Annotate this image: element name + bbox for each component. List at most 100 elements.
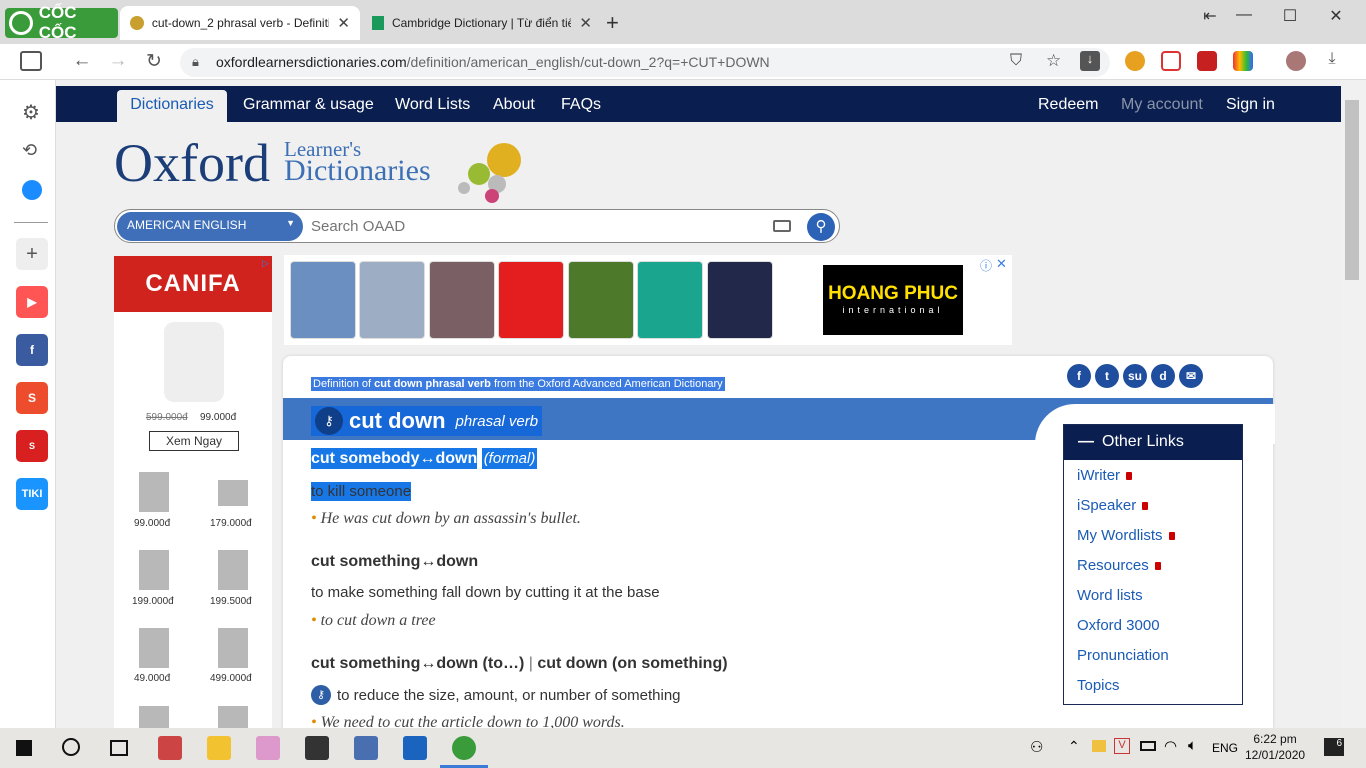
shield-icon[interactable]: ⛉ [1010, 52, 1022, 70]
close-window-button[interactable]: ✕ [1316, 6, 1356, 26]
volume-icon[interactable]: 🔈︎ [1188, 737, 1197, 754]
logo-learners[interactable]: Learner's Dictionaries [284, 138, 431, 186]
key-icon[interactable]: ⚷ [311, 685, 331, 705]
profile-avatar[interactable] [1286, 51, 1306, 71]
coccoc-taskbar-icon[interactable] [452, 736, 476, 760]
facebook-share-icon[interactable]: f [1067, 364, 1091, 388]
dictionary-select[interactable]: AMERICAN ENGLISH ▼ [117, 212, 303, 241]
extension-color-icon[interactable] [1233, 51, 1253, 71]
download-page-icon[interactable]: ↓ [1080, 51, 1100, 71]
link-iwriter[interactable]: iWriter [1077, 467, 1133, 484]
link-oxford-3000[interactable]: Oxford 3000 [1077, 617, 1160, 634]
product-thumb[interactable] [139, 550, 169, 590]
close-tab-icon[interactable]: ✕ [337, 14, 350, 32]
hoang-phuc-logo[interactable]: HOANG PHUC international [823, 265, 963, 335]
wifi-icon[interactable]: ◠ [1164, 737, 1177, 755]
product-thumb[interactable] [139, 628, 169, 668]
product-thumb[interactable] [218, 480, 248, 506]
nav-my-account[interactable]: My account [1121, 96, 1203, 114]
minimize-button[interactable]: — [1224, 6, 1264, 26]
link-resources[interactable]: Resources [1077, 557, 1161, 574]
paint-icon[interactable] [256, 736, 280, 760]
app-icon[interactable] [158, 736, 182, 760]
nav-redeem[interactable]: Redeem [1038, 96, 1098, 114]
extension-chrome-icon[interactable] [1125, 51, 1145, 71]
tab-oxford[interactable]: cut-down_2 phrasal verb - Definitio ✕ [120, 6, 360, 40]
people-icon[interactable]: ⚇ [1030, 738, 1043, 756]
ad-product[interactable] [637, 261, 703, 339]
shop-now-button[interactable]: Xem Ngay [149, 431, 239, 451]
notification-center-icon[interactable]: 6 [1324, 738, 1344, 756]
ad-product[interactable] [359, 261, 425, 339]
outlook-icon[interactable] [403, 736, 427, 760]
windows-start-icon[interactable] [16, 740, 32, 756]
canifa-ad[interactable]: CANIFA ▷ 599.000đ 99.000đ Xem Ngay 99.00… [114, 256, 272, 728]
keyboard-icon[interactable] [773, 220, 791, 232]
fashion-banner-ad[interactable]: HOANG PHUC international ⓘ ✕ [284, 255, 1012, 345]
forward-button[interactable]: → [106, 50, 130, 72]
product-thumb[interactable] [218, 628, 248, 668]
digg-share-icon[interactable]: d [1151, 364, 1175, 388]
product-thumb[interactable] [218, 706, 248, 728]
tiki-icon[interactable]: TIKI [16, 478, 48, 510]
new-tab-button[interactable]: + [606, 10, 619, 36]
bookmark-star-icon[interactable]: ☆ [1046, 51, 1061, 71]
nav-about[interactable]: About [493, 96, 535, 114]
system-clock[interactable]: 6:22 pm 12/01/2020 [1245, 731, 1305, 763]
reload-button[interactable]: ↻ [142, 50, 166, 73]
shopee-icon[interactable]: S [16, 382, 48, 414]
scrollbar-thumb[interactable] [1345, 100, 1359, 280]
ad-product[interactable] [429, 261, 495, 339]
file-explorer-icon[interactable] [207, 736, 231, 760]
nav-sign-in[interactable]: Sign in [1226, 96, 1275, 114]
gear-icon[interactable]: ⚙ [22, 100, 40, 125]
history-icon[interactable]: ⟲ [22, 140, 37, 161]
app-icon[interactable] [354, 736, 378, 760]
nav-dictionaries[interactable]: Dictionaries [117, 90, 227, 122]
battery-icon[interactable] [1140, 741, 1156, 751]
downloads-icon[interactable]: ⤓ [1320, 50, 1344, 68]
browser-menu-button[interactable]: CỐC CỐC [5, 3, 118, 42]
extension-shield-icon[interactable] [1161, 51, 1181, 71]
ad-product[interactable] [498, 261, 564, 339]
product-thumb[interactable] [218, 550, 248, 590]
product-thumb[interactable] [139, 472, 169, 512]
product-image[interactable] [164, 322, 224, 402]
search-button[interactable]: ⚲ [807, 213, 835, 241]
product-thumb[interactable] [139, 706, 169, 728]
extension-red-icon[interactable] [1197, 51, 1217, 71]
link-ispeaker[interactable]: iSpeaker [1077, 497, 1149, 514]
address-bar[interactable]: 🔒︎ oxfordlearnersdictionaries.com/defini… [180, 48, 1110, 77]
add-shortcut-icon[interactable]: + [16, 238, 48, 270]
nav-word-lists[interactable]: Word Lists [395, 96, 470, 114]
link-topics[interactable]: Topics [1077, 677, 1120, 694]
task-view-icon[interactable] [110, 740, 128, 756]
sidebar-toggle-icon[interactable] [20, 51, 42, 71]
maximize-button[interactable]: ☐ [1270, 6, 1310, 26]
nav-grammar[interactable]: Grammar & usage [243, 96, 374, 114]
ad-product[interactable] [290, 261, 356, 339]
link-word-lists[interactable]: Word lists [1077, 587, 1143, 604]
close-tab-icon[interactable]: ✕ [579, 14, 592, 32]
ad-product[interactable] [707, 261, 773, 339]
link-pronunciation[interactable]: Pronunciation [1077, 647, 1169, 664]
search-icon[interactable] [62, 738, 80, 756]
sendo-icon[interactable]: S [16, 430, 48, 462]
language-indicator[interactable]: ENG [1212, 741, 1238, 755]
back-button[interactable]: ← [70, 50, 94, 72]
messenger-icon[interactable] [22, 180, 42, 200]
ad-product[interactable] [568, 261, 634, 339]
key-icon[interactable]: ⚷ [315, 407, 343, 435]
stumbleupon-share-icon[interactable]: su [1123, 364, 1147, 388]
link-my-wordlists[interactable]: My Wordlists [1077, 527, 1175, 544]
logo-oxford[interactable]: Oxford [114, 132, 270, 194]
url-text[interactable]: oxfordlearnersdictionaries.com/definitio… [216, 54, 770, 70]
mail-tray-icon[interactable] [1092, 740, 1106, 752]
nav-faqs[interactable]: FAQs [561, 96, 601, 114]
search-input[interactable] [311, 218, 751, 235]
close-ad-icon[interactable]: ✕ [996, 256, 1007, 272]
info-icon[interactable]: ⓘ [980, 257, 992, 274]
other-links-header[interactable]: — Other Links [1064, 425, 1242, 460]
chevron-up-icon[interactable]: ⌃ [1068, 738, 1080, 755]
adchoices-icon[interactable]: ▷ [262, 258, 274, 270]
